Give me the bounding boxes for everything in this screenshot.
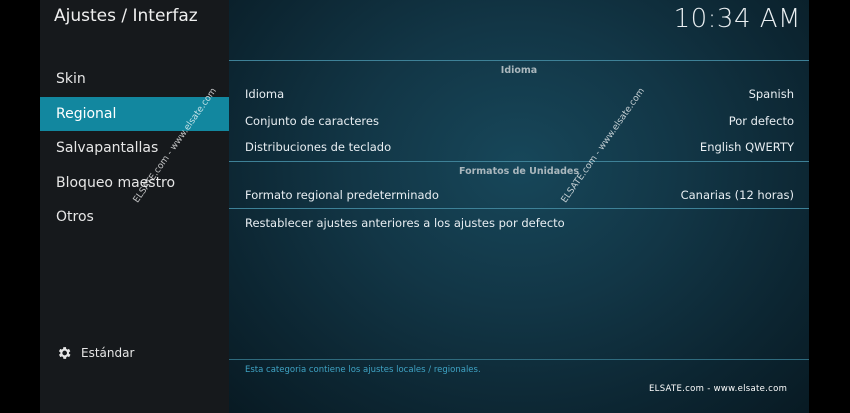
- setting-label: Conjunto de caracteres: [245, 113, 379, 128]
- sidebar-item-salvapantallas[interactable]: Salvapantallas: [40, 131, 229, 166]
- setting-value: Por defecto: [728, 113, 794, 128]
- setting-row-region[interactable]: Formato regional predeterminado Canarias…: [229, 182, 809, 209]
- settings-panel: 10:34 AM Idioma Idioma Spanish Conjunto …: [229, 0, 809, 413]
- setting-row-keyboard[interactable]: Distribuciones de teclado English QWERTY: [229, 134, 809, 161]
- sidebar-item-skin[interactable]: Skin: [40, 62, 229, 97]
- category-description: Esta categoria contiene los ajustes loca…: [245, 365, 481, 375]
- setting-row-idioma[interactable]: Idioma Spanish: [229, 81, 809, 108]
- reset-defaults-button[interactable]: Restablecer ajustes anteriores a los aju…: [229, 209, 809, 237]
- settings-list: Idioma Idioma Spanish Conjunto de caract…: [229, 60, 809, 237]
- screen: Ajustes / Interfaz Skin Regional Salvapa…: [0, 0, 850, 413]
- kodi-window: Ajustes / Interfaz Skin Regional Salvapa…: [40, 0, 809, 413]
- setting-value: Spanish: [748, 87, 794, 102]
- page-title: Ajustes / Interfaz: [54, 6, 198, 26]
- setting-value: English QWERTY: [699, 140, 794, 155]
- setting-label: Formato regional predeterminado: [245, 187, 439, 202]
- settings-level-button[interactable]: Estándar: [56, 345, 134, 361]
- setting-label: Distribuciones de teclado: [245, 140, 392, 155]
- sidebar-item-otros[interactable]: Otros: [40, 200, 229, 235]
- group-header-idioma: Idioma: [500, 65, 538, 76]
- brand-text: ELSATE.com - www.elsate.com: [649, 384, 788, 394]
- setting-value: Canarias (12 horas): [680, 187, 794, 202]
- sidebar: Ajustes / Interfaz Skin Regional Salvapa…: [40, 0, 229, 413]
- clock: 10:34 AM: [673, 4, 801, 34]
- sidebar-menu: Skin Regional Salvapantallas Bloqueo mae…: [40, 62, 229, 235]
- settings-level-label: Estándar: [81, 346, 135, 360]
- footer-divider: [229, 359, 809, 360]
- group-header-formatos: Formatos de Unidades: [458, 165, 580, 177]
- reset-label: Restablecer ajustes anteriores a los aju…: [245, 216, 565, 230]
- gear-icon: [58, 347, 71, 359]
- setting-row-charset[interactable]: Conjunto de caracteres Por defecto: [229, 108, 809, 135]
- setting-label: Idioma: [245, 87, 285, 102]
